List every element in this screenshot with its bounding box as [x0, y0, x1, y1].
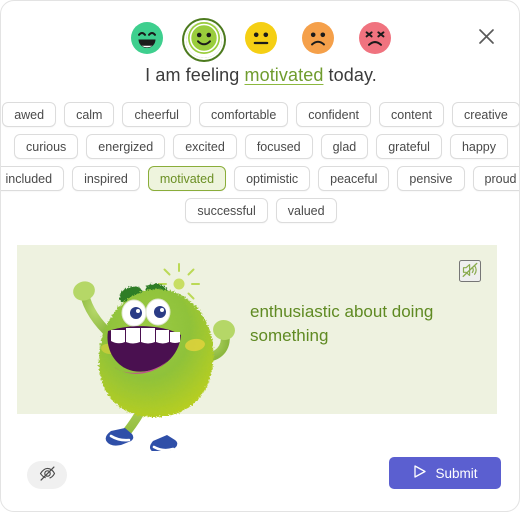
- feeling-chip-focused[interactable]: focused: [244, 134, 313, 159]
- feeling-chip-energized[interactable]: energized: [86, 134, 166, 159]
- feeling-chip-pensive[interactable]: pensive: [397, 166, 465, 191]
- definition-text: enthusiastic about doing something: [250, 302, 434, 345]
- distressed-face-icon: [358, 21, 392, 60]
- feeling-chip-peaceful[interactable]: peaceful: [318, 166, 390, 191]
- feeling-chip-cheerful[interactable]: cheerful: [122, 102, 191, 127]
- feeling-chip-grateful[interactable]: grateful: [376, 134, 442, 159]
- mood-option-sad[interactable]: [300, 21, 336, 60]
- speaker-muted-icon: [461, 261, 479, 282]
- submit-button[interactable]: Submit: [389, 457, 501, 489]
- heading-selected-word: motivated: [244, 65, 324, 85]
- feeling-chip-row: curious energized excited focused glad gratef…: [14, 134, 508, 159]
- mood-option-very-sad[interactable]: [357, 21, 393, 60]
- heading-suffix: today.: [323, 65, 377, 85]
- feeling-chip-row: awed calm cheerful comfortable confident cont…: [2, 102, 519, 127]
- feeling-chip-comfortable[interactable]: comfortable: [198, 102, 289, 127]
- feeling-chip-curious[interactable]: curious: [14, 134, 79, 159]
- mood-option-very-happy[interactable]: [129, 21, 165, 60]
- send-icon: [412, 464, 427, 482]
- feeling-chip-valued[interactable]: valued: [275, 198, 337, 223]
- feeling-chip-happy[interactable]: happy: [449, 134, 508, 159]
- mood-option-neutral[interactable]: [243, 21, 279, 60]
- submit-button-label: Submit: [435, 465, 478, 481]
- bottom-bar: Submit: [1, 449, 519, 511]
- heading-prefix: I am feeling: [145, 65, 245, 85]
- mute-button[interactable]: [459, 260, 481, 282]
- feeling-chip-successful[interactable]: successful: [185, 198, 268, 223]
- feeling-chip-included[interactable]: included: [1, 166, 65, 191]
- feeling-chip-creative[interactable]: creative: [452, 102, 519, 127]
- feeling-chip-row: successful valued: [15, 198, 507, 223]
- definition-card: enthusiastic about doing something: [17, 245, 497, 454]
- feeling-chip-glad[interactable]: glad: [320, 134, 369, 159]
- feeling-chip-proud[interactable]: proud: [472, 166, 519, 191]
- grinning-face-icon: [130, 21, 164, 60]
- page-title: I am feeling motivated today.: [1, 65, 519, 86]
- smiling-face-icon: [187, 21, 221, 60]
- mood-picker-window: I am feeling motivated today. awed calm ch…: [0, 0, 520, 512]
- mood-scale: [1, 21, 519, 60]
- feeling-chip-excited[interactable]: excited: [173, 134, 237, 159]
- feeling-chip-list: awed calm cheerful comfortable confident cont…: [1, 102, 519, 230]
- hide-answer-button[interactable]: [27, 461, 67, 489]
- frowning-face-icon: [301, 21, 335, 60]
- feeling-chip-confident[interactable]: confident: [296, 102, 372, 127]
- feeling-chip-content[interactable]: content: [379, 102, 445, 127]
- feeling-chip-calm[interactable]: calm: [64, 102, 115, 127]
- eye-off-icon: [39, 465, 56, 485]
- feeling-chip-awed[interactable]: awed: [2, 102, 57, 127]
- feeling-chip-inspired[interactable]: inspired: [72, 166, 140, 191]
- feeling-chip-motivated[interactable]: motivated: [147, 166, 227, 191]
- feeling-chip-optimistic[interactable]: optimistic: [234, 166, 311, 191]
- mood-option-happy[interactable]: [186, 21, 222, 60]
- feeling-chip-row: included inspired motivated optimistic peace…: [1, 166, 519, 191]
- neutral-face-icon: [244, 21, 278, 60]
